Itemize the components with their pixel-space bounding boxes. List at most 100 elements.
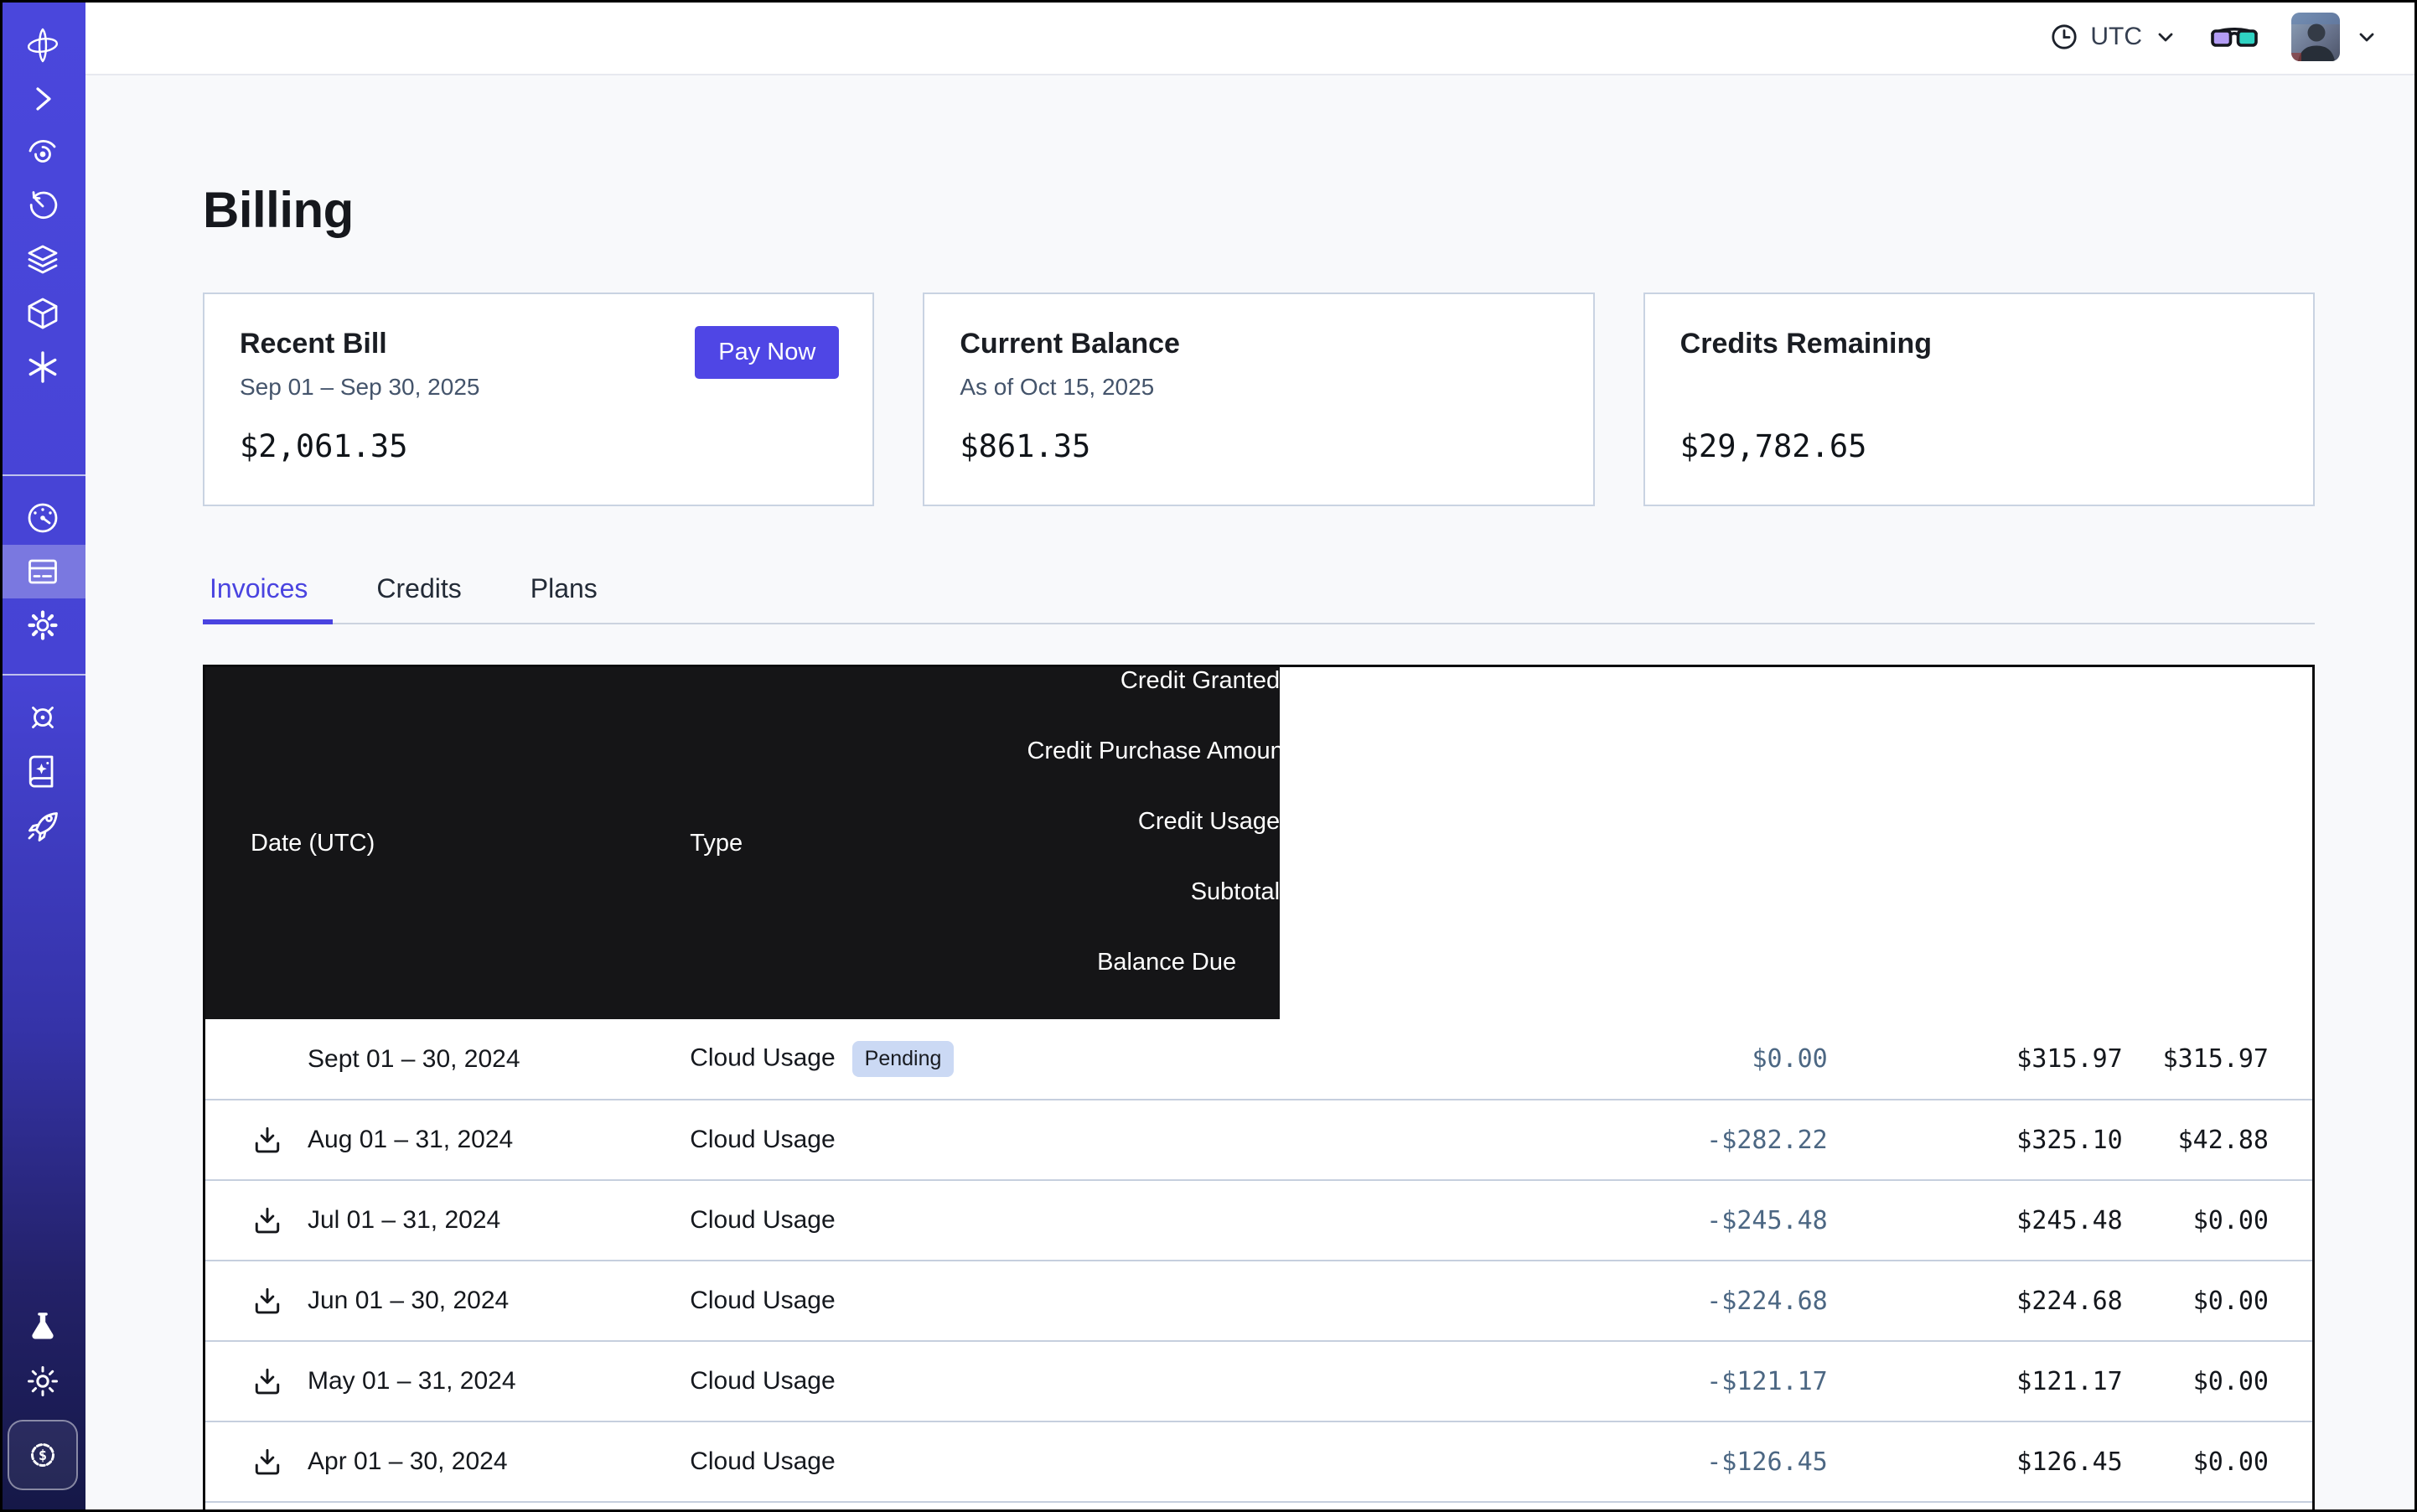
flask-icon [23, 1308, 62, 1347]
download-invoice-button[interactable] [251, 1204, 308, 1237]
iris-icon [23, 133, 62, 172]
sidebar-item-settings[interactable] [0, 598, 85, 652]
invoice-period: Jun 01 – 30, 2024 [308, 1287, 509, 1314]
gear-icon [23, 606, 62, 645]
sidebar-item-expand[interactable] [0, 72, 85, 126]
status-badge: Pending [852, 1041, 955, 1077]
timezone-label: UTC [2090, 23, 2142, 51]
svg-text:$: $ [39, 1447, 47, 1464]
app-root: $ UTC [0, 0, 2417, 1512]
column-header: Credit Purchase Amount [1027, 738, 1280, 808]
credit-usage-value: $0.00 [1565, 1502, 1828, 1512]
asterisk-icon [23, 348, 62, 386]
sidebar-divider [0, 474, 85, 476]
column-header: Balance Due [1027, 949, 1280, 1019]
sidebar-item-usage[interactable] [0, 491, 85, 545]
card-title: Credits Remaining [1680, 328, 2278, 360]
invoice-type: Cloud Usage [690, 1287, 835, 1314]
theme-toggle[interactable] [0, 1354, 85, 1408]
invoices-table: Date (UTC)TypeCredit GrantedCredit Purch… [203, 665, 2315, 1512]
chevron-right-icon [23, 80, 62, 118]
account-menu[interactable] [2291, 13, 2378, 61]
sidebar-item-getting-started[interactable] [0, 798, 85, 852]
tab-plans[interactable]: Plans [524, 573, 623, 623]
credit-granted-value [1027, 1421, 1280, 1502]
invoice-type: Cloud Usage [690, 1367, 835, 1395]
avatar [2291, 13, 2340, 61]
credit-usage-value: -$282.22 [1565, 1100, 1828, 1180]
credits-button[interactable]: $ [8, 1420, 78, 1490]
credit-granted-value [1027, 1100, 1280, 1180]
download-invoice-button[interactable] [251, 1445, 308, 1478]
download-icon [251, 1284, 284, 1318]
tab-credits[interactable]: Credits [370, 573, 486, 623]
invoice-period: May 01 – 31, 2024 [308, 1367, 516, 1395]
credit-granted-value [1027, 1180, 1280, 1261]
recent-bill-amount: $2,061.35 [240, 428, 407, 464]
card-title: Current Balance [960, 328, 1557, 360]
table-row: Sept 01 – 30, 2024 Cloud UsagePending $0… [205, 1019, 2312, 1100]
balance-due-value: $0.00 [2123, 1421, 2312, 1502]
download-icon [251, 1123, 284, 1157]
summary-cards: Recent Bill Sep 01 – Sep 30, 2025 $2,061… [203, 293, 2315, 506]
invoice-type: Cloud Usage [690, 1126, 835, 1153]
billing-icon [23, 552, 62, 591]
gauge-icon [23, 499, 62, 537]
sun-icon [23, 1362, 62, 1401]
credit-granted-value: $1,000.00 [1027, 1502, 1280, 1512]
credit-granted-value [1027, 1341, 1280, 1421]
credit-usage-value: $0.00 [1565, 1019, 1828, 1100]
sidebar-item-billing[interactable] [0, 545, 85, 598]
main-content: Billing Recent Bill Sep 01 – Sep 30, 202… [85, 75, 2417, 1512]
tab-invoices[interactable]: Invoices [203, 573, 333, 623]
credit-usage-value: -$224.68 [1565, 1261, 1828, 1341]
sidebar-item-asterisk[interactable] [0, 340, 85, 394]
balance-due-value: $0.00 [2123, 1180, 2312, 1261]
layers-icon [23, 241, 62, 279]
credit-purchase-amount-value [1280, 1019, 1564, 1100]
balance-due-value: $0.00 [2123, 1341, 2312, 1421]
clock-icon [2050, 23, 2078, 51]
sidebar-item-layers[interactable] [0, 233, 85, 287]
recent-bill-card: Recent Bill Sep 01 – Sep 30, 2025 $2,061… [203, 293, 874, 506]
sidebar-item-observe[interactable] [0, 126, 85, 179]
invoice-type: Cloud Usage [690, 1206, 835, 1234]
sidebar-item-support[interactable] [0, 691, 85, 744]
download-icon [251, 1364, 284, 1398]
sidebar-bottom-group: $ [0, 1301, 85, 1490]
credit-purchase-amount-value: $0.00 [1280, 1502, 1564, 1512]
table-row: Jul 01 – 31, 2024 Cloud Usage -$245.48 $… [205, 1180, 2312, 1261]
column-header: Subtotal [1027, 878, 1280, 949]
download-invoice-button[interactable] [251, 1284, 308, 1318]
credit-purchase-amount-value [1280, 1180, 1564, 1261]
invoice-period: Aug 01 – 31, 2024 [308, 1126, 513, 1153]
pay-now-button[interactable]: Pay Now [695, 326, 839, 379]
sidebar-logo[interactable] [0, 18, 85, 72]
download-invoice-button[interactable] [251, 1364, 308, 1398]
sidebar-divider [0, 674, 85, 676]
invoice-period: Jul 01 – 31, 2024 [308, 1206, 500, 1234]
chevron-down-icon [2154, 25, 2177, 49]
sidebar-item-docs[interactable] [0, 744, 85, 798]
card-subtitle: As of Oct 15, 2025 [960, 374, 1557, 401]
invoice-type: Cloud Usage [690, 1447, 835, 1475]
download-invoice-button[interactable] [251, 1123, 308, 1157]
table-row: Apr 01, 2024 Sign Up Credit $1,000.00 $0… [205, 1502, 2312, 1512]
current-balance-card: Current Balance As of Oct 15, 2025 $861.… [923, 293, 1594, 506]
invoice-period: Apr 01 – 30, 2024 [308, 1447, 508, 1475]
download-icon [251, 1204, 284, 1237]
credit-granted-value [1027, 1261, 1280, 1341]
logo-orbit-icon [23, 26, 62, 65]
subtotal-value: $245.48 [1828, 1180, 2123, 1261]
credit-granted-value [1027, 1019, 1280, 1100]
sidebar-item-history[interactable] [0, 179, 85, 233]
book-sparkle-icon [23, 752, 62, 790]
helm-icon [23, 698, 62, 737]
reader-mode-button[interactable] [2211, 20, 2258, 54]
dollar-badge-icon: $ [23, 1436, 62, 1474]
table-row: Jun 01 – 30, 2024 Cloud Usage -$224.68 $… [205, 1261, 2312, 1341]
sidebar-item-cube[interactable] [0, 287, 85, 340]
timezone-selector[interactable]: UTC [2050, 23, 2177, 51]
tabs: Invoices Credits Plans [203, 573, 2315, 624]
sidebar-item-labs[interactable] [0, 1301, 85, 1354]
